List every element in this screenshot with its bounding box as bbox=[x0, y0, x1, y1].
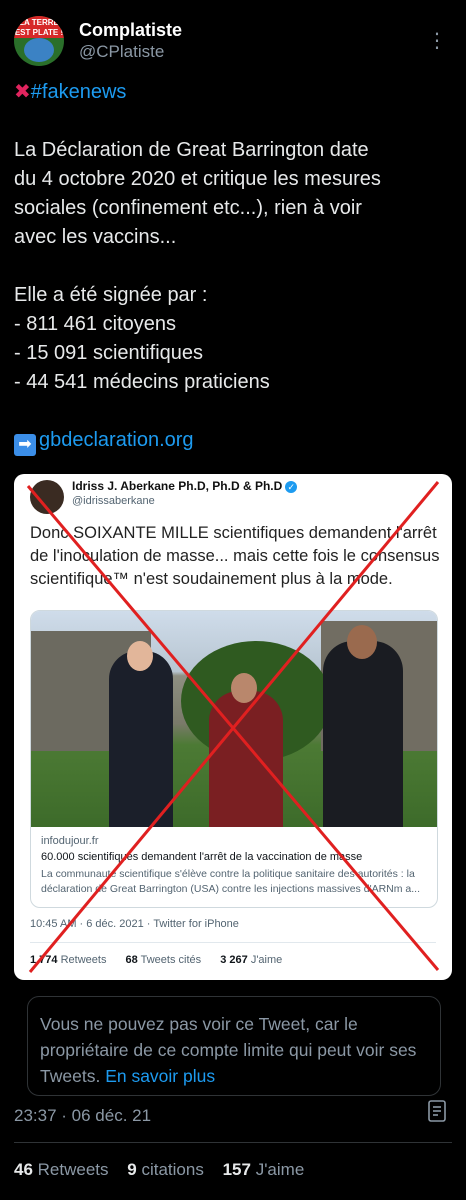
author-name[interactable]: Complatiste bbox=[79, 20, 182, 41]
card-domain: infodujour.fr bbox=[41, 835, 99, 847]
avatar-logo-text: LA TERRE EST PLATE ! bbox=[14, 16, 64, 38]
verified-badge-icon: ✓ bbox=[285, 481, 298, 493]
tweet-line: avec les vaccins... bbox=[14, 226, 177, 248]
author-avatar[interactable]: LA TERRE EST PLATE ! bbox=[14, 16, 64, 66]
quotes-count: 9 bbox=[127, 1160, 137, 1179]
person-head bbox=[347, 625, 377, 659]
tweet-line: Elle a été signée par : bbox=[14, 284, 208, 306]
retweets-stat[interactable]: 46 Retweets bbox=[14, 1160, 109, 1179]
person-figure bbox=[209, 691, 283, 827]
tweet-line: La Déclaration de Great Barrington date bbox=[14, 139, 369, 161]
notice-text: Vous ne pouvez pas voir ce Tweet, car le… bbox=[40, 1011, 430, 1089]
embedded-likes-stat: 3 267 J'aime bbox=[220, 954, 282, 966]
unavailable-tweet-notice: Vous ne pouvez pas voir ce Tweet, car le… bbox=[27, 996, 441, 1096]
embedded-author-name-text: Idriss J. Aberkane Ph.D, Ph.D & Ph.D bbox=[72, 479, 283, 493]
quotes-stat[interactable]: 9 citations bbox=[127, 1160, 204, 1179]
notice-message: Vous ne pouvez pas voir ce Tweet, car le… bbox=[40, 1014, 417, 1086]
globe-icon bbox=[24, 38, 54, 62]
embedded-tweet-text: Donc SOIXANTE MILLE scientifiques demand… bbox=[30, 524, 440, 588]
likes-stat[interactable]: 157 J'aime bbox=[223, 1160, 305, 1179]
likes-count: 157 bbox=[222, 1160, 251, 1179]
quotes-label: citations bbox=[141, 1160, 204, 1179]
embedded-retweets-stat: 1 774 Retweets bbox=[30, 954, 106, 966]
embedded-tweet-image[interactable]: Idriss J. Aberkane Ph.D, Ph.D & Ph.D ✓ @i… bbox=[14, 474, 452, 980]
retweets-label: Retweets bbox=[37, 1160, 109, 1179]
cross-mark-icon: ✖ bbox=[14, 81, 31, 103]
external-link[interactable]: gbdeclaration.org bbox=[39, 429, 194, 451]
likes-label: J'aime bbox=[255, 1160, 305, 1179]
card-title: 60.000 scientifiques demandent l'arrêt d… bbox=[41, 851, 363, 863]
hashtag-line: ✖#fakenews bbox=[14, 78, 454, 107]
tweet-line: - 811 461 citoyens bbox=[14, 313, 176, 335]
stats-divider bbox=[14, 1142, 452, 1143]
right-arrow-icon: ➡ bbox=[14, 434, 36, 456]
person-head bbox=[127, 641, 153, 671]
embedded-meta: 10:45 AM · 6 déc. 2021 · Twitter for iPh… bbox=[30, 918, 239, 930]
more-dots-icon[interactable]: ⋮ bbox=[427, 28, 448, 53]
tweet-line: - 44 541 médecins praticiens bbox=[14, 371, 270, 393]
link-card: infodujour.fr 60.000 scientifiques deman… bbox=[30, 610, 438, 908]
hashtag-link[interactable]: #fakenews bbox=[31, 81, 127, 103]
tweet-stats: 46 Retweets 9 citations 157 J'aime bbox=[14, 1160, 318, 1180]
embedded-quotes-label: Tweets cités bbox=[140, 954, 202, 966]
learn-more-link[interactable]: En savoir plus bbox=[105, 1066, 215, 1086]
tweet-line: sociales (confinement etc...), rien à vo… bbox=[14, 197, 362, 219]
person-figure bbox=[109, 651, 173, 827]
analytics-icon[interactable] bbox=[424, 1098, 450, 1124]
author-handle[interactable]: @CPlatiste bbox=[79, 42, 164, 62]
card-description: La communauté scientifique s'élève contr… bbox=[41, 868, 420, 895]
card-photo bbox=[31, 611, 437, 827]
embedded-likes-label: J'aime bbox=[250, 954, 283, 966]
embedded-divider bbox=[30, 942, 436, 943]
embedded-likes-count: 3 267 bbox=[220, 954, 248, 966]
person-figure bbox=[323, 641, 403, 827]
tweet-line: du 4 octobre 2020 et critique les mesure… bbox=[14, 168, 381, 190]
embedded-quotes-count: 68 bbox=[125, 954, 138, 966]
tweet-line: - 15 091 scientifiques bbox=[14, 342, 204, 364]
tweet-text: ✖#fakenews La Déclaration de Great Barri… bbox=[14, 78, 454, 456]
embedded-retweets-count: 1 774 bbox=[30, 954, 58, 966]
tweet-header: LA TERRE EST PLATE ! Complatiste @CPlati… bbox=[14, 14, 454, 74]
embedded-stats: 1 774 Retweets 68 Tweets cités 3 267 J'a… bbox=[30, 954, 298, 966]
embedded-author-handle: @idrissaberkane bbox=[72, 495, 155, 507]
person-head bbox=[231, 673, 257, 703]
retweets-count: 46 bbox=[14, 1160, 33, 1179]
embedded-author-name: Idriss J. Aberkane Ph.D, Ph.D & Ph.D ✓ bbox=[72, 479, 298, 493]
embedded-avatar bbox=[30, 480, 64, 514]
link-line: ➡ gbdeclaration.org bbox=[14, 426, 454, 456]
tweet-timestamp[interactable]: 23:37 · 06 déc. 21 bbox=[14, 1106, 151, 1126]
embedded-quotes-stat: 68 Tweets cités bbox=[126, 954, 202, 966]
embedded-retweets-label: Retweets bbox=[60, 954, 107, 966]
